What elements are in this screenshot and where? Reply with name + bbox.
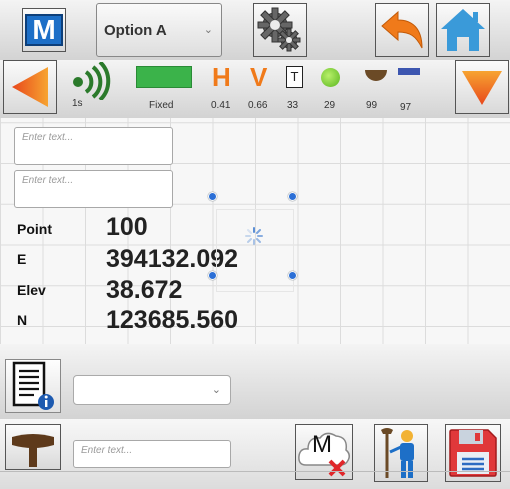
northing-label: N [17,312,28,328]
satellite-status[interactable]: 29 [318,62,344,112]
h-precision-value: 0.41 [211,100,231,111]
point-info-button[interactable] [5,359,61,413]
signal-bar-icon [398,68,420,75]
resize-handle-bottom-right[interactable] [288,271,297,280]
selection-frame[interactable] [216,209,294,292]
h-precision[interactable]: H 0.41 [208,62,242,112]
home-icon [441,9,485,51]
option-dropdown[interactable]: Option A ⌄ [96,3,222,57]
cloud-letter: M [312,431,332,458]
option-dropdown-value: Option A [104,21,167,39]
northing-value: 123685.560 [106,306,239,334]
green-dot-icon [321,68,340,87]
home-button[interactable] [436,3,490,57]
gps-interval: 1s [72,98,83,109]
point-value: 100 [106,213,148,241]
signal-strength[interactable]: 97 [396,62,424,113]
resize-handle-bottom-left[interactable] [208,271,217,280]
fix-status[interactable]: Fixed [134,64,194,112]
resize-handle-top-right[interactable] [288,192,297,201]
elevation-value: 38.672 [106,276,183,304]
fix-status-bar [136,66,192,88]
satellite-value: 29 [324,100,336,111]
gears-icon [257,7,301,52]
survey-stake-icon [12,434,54,467]
bottom-divider-line [0,471,510,472]
half-bowl-icon [365,70,387,81]
dropdown-menu-button[interactable] [455,60,509,114]
signal-value: 97 [400,102,412,113]
chevron-down-icon: ⌄ [211,384,221,396]
chevron-down-icon: ⌄ [203,24,213,36]
triangle-left-icon [12,67,48,107]
v-precision-value: 0.66 [248,100,268,111]
battery-value: 99 [366,100,378,111]
gps-receiver-status[interactable]: 1s [66,60,118,110]
resize-handle-top-left[interactable] [208,192,217,201]
save-button[interactable] [445,424,501,482]
settings-button[interactable] [253,3,307,57]
fix-status-label: Fixed [149,100,174,111]
bottom-text-input[interactable]: Enter text... [73,440,231,468]
t-status-value: 33 [287,100,299,111]
triangle-down-icon [462,71,502,105]
t-status[interactable]: T 33 [284,62,306,112]
surveyor-button[interactable] [374,424,428,482]
stakeout-button[interactable] [5,424,61,470]
v-precision[interactable]: V 0.66 [246,62,280,112]
h-letter-icon: H [212,62,231,92]
undo-button[interactable] [375,3,429,57]
code-select[interactable]: ⌄ [73,375,231,405]
text-input-1[interactable]: Enter text... [14,127,173,165]
easting-label: E [17,251,27,267]
gps-signal-icon [73,60,111,102]
app-menu-button[interactable]: M [22,8,66,52]
battery-status[interactable]: 99 [363,62,391,112]
point-label: Point [17,221,52,237]
undo-arrow-icon [381,10,423,49]
logo-icon: M [25,14,63,46]
text-input-2[interactable]: Enter text... [14,170,173,208]
elevation-label: Elev [17,282,46,298]
prev-button[interactable] [3,60,57,114]
document-info-icon [12,361,54,410]
v-letter-icon: V [250,62,268,92]
loading-spinner-icon [245,227,263,245]
t-box-icon: T [286,66,303,88]
